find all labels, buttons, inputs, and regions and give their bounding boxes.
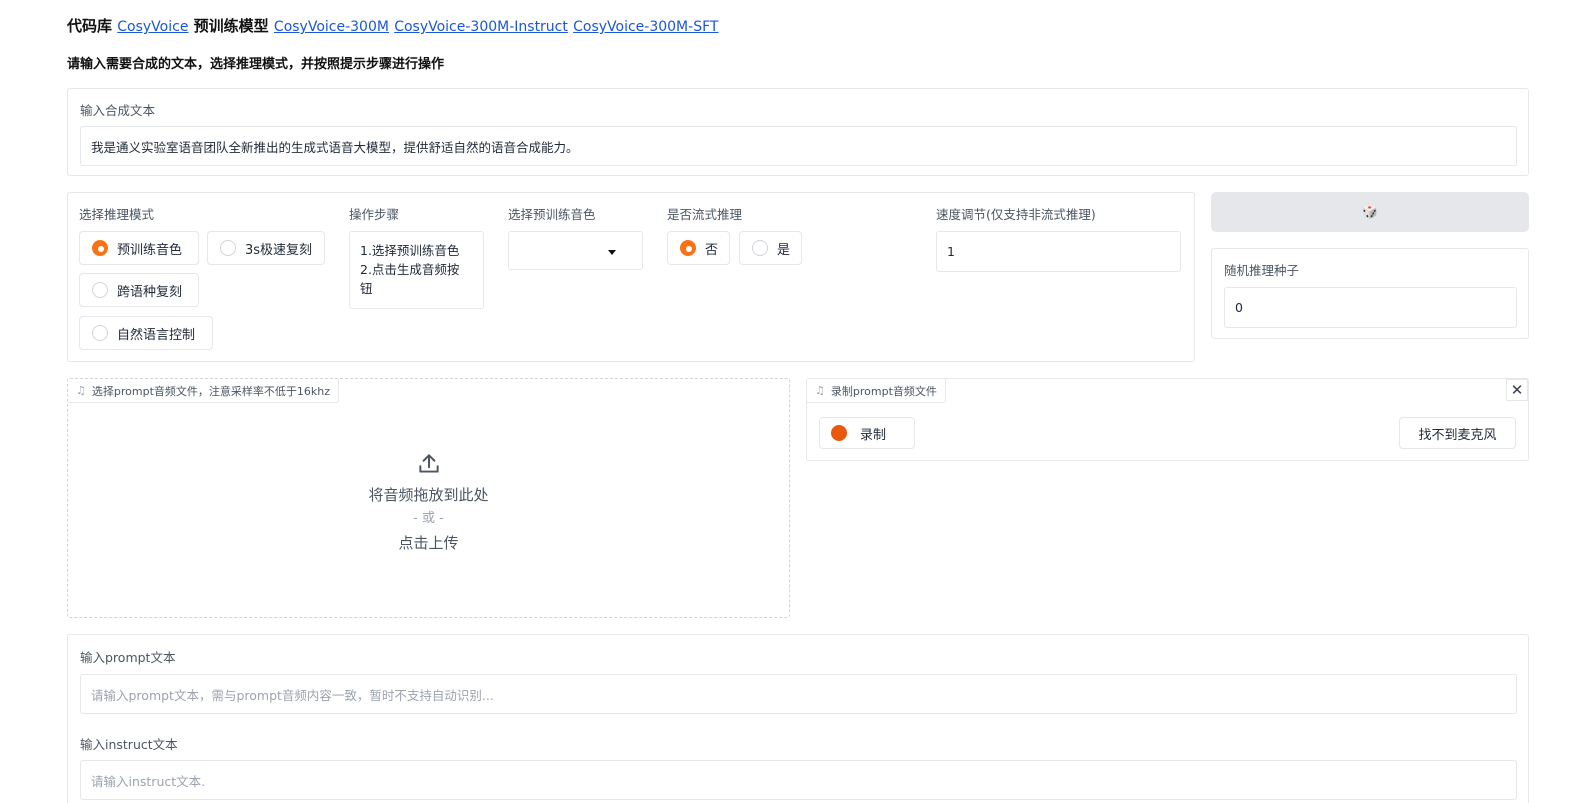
model-link-300m-sft[interactable]: CosyVoice-300M-SFT xyxy=(573,19,718,35)
radio-unselected-icon xyxy=(92,282,108,298)
mode-option-label: 跨语种复刻 xyxy=(117,284,183,300)
radio-unselected-icon xyxy=(752,240,768,256)
stream-option-yes[interactable]: 是 xyxy=(739,231,802,265)
music-note-icon: ♫ xyxy=(815,384,825,397)
step-line: 2.点击生成音频按 xyxy=(360,262,460,277)
mode-option-label: 自然语言控制 xyxy=(117,327,196,343)
tts-text-input[interactable]: 我是通义实验室语音团队全新推出的生成式语音大模型，提供舒适自然的语音合成能力。 xyxy=(80,126,1517,166)
prompt-audio-upload[interactable]: ♫ 选择prompt音频文件，注意采样率不低于16khz 将音频拖放到此处 - … xyxy=(67,378,790,618)
mode-option-3s-clone[interactable]: 3s极速复刻 xyxy=(207,231,325,265)
speaker-dropdown[interactable] xyxy=(508,231,643,270)
mode-option-instruct[interactable]: 自然语言控制 xyxy=(79,316,213,350)
model-link-300m-instruct[interactable]: CosyVoice-300M-Instruct xyxy=(394,19,568,35)
prompt-text-panel: 输入prompt文本 请输入prompt文本，需与prompt音频内容一致，暂时… xyxy=(67,634,1529,803)
prompt-record-tab: ♫ 录制prompt音频文件 xyxy=(807,379,946,403)
speed-input[interactable]: 1 xyxy=(936,231,1181,272)
steps-textbox: 1.选择预训练音色 2.点击生成音频按 钮 xyxy=(349,231,484,309)
prompt-record-label: 录制prompt音频文件 xyxy=(830,384,937,398)
mode-option-label: 3s极速复刻 xyxy=(245,242,313,258)
prompt-text-input[interactable]: 请输入prompt文本，需与prompt音频内容一致，暂时不支持自动识别... xyxy=(80,674,1517,714)
radio-unselected-icon xyxy=(92,325,108,341)
tts-text-label: 输入合成文本 xyxy=(80,103,156,118)
upload-dropzone[interactable]: 将音频拖放到此处 - 或 - 点击上传 xyxy=(68,451,789,555)
close-icon[interactable]: ✕ xyxy=(1506,379,1528,401)
mode-label: 选择推理模式 xyxy=(79,207,155,222)
prompt-text-label: 输入prompt文本 xyxy=(80,650,176,665)
record-dot-icon xyxy=(831,425,847,441)
step-line: 1.选择预训练音色 xyxy=(360,243,460,258)
music-note-icon: ♫ xyxy=(76,384,86,397)
seed-label: 随机推理种子 xyxy=(1224,263,1300,278)
radio-selected-icon xyxy=(680,240,696,256)
page-header: 代码库 CosyVoice 预训练模型 CosyVoice-300M CosyV… xyxy=(67,15,718,36)
code-label: 代码库 xyxy=(67,17,113,35)
speaker-label: 选择预训练音色 xyxy=(508,207,596,222)
record-label: 录制 xyxy=(860,427,887,443)
dice-icon: 🎲 xyxy=(1361,204,1379,220)
instructions-text: 请输入需要合成的文本，选择推理模式，并按照提示步骤进行操作 xyxy=(67,57,445,72)
cosyvoice-repo-link[interactable]: CosyVoice xyxy=(117,19,188,35)
stream-option-label: 否 xyxy=(705,242,719,258)
prompt-upload-tab: ♫ 选择prompt音频文件，注意采样率不低于16khz xyxy=(68,379,339,403)
mode-option-cross-lingual[interactable]: 跨语种复刻 xyxy=(79,273,199,307)
models-label: 预训练模型 xyxy=(193,17,269,35)
prompt-upload-label: 选择prompt音频文件，注意采样率不低于16khz xyxy=(91,384,330,398)
speed-label: 速度调节(仅支持非流式推理) xyxy=(936,207,1096,222)
instruct-text-input[interactable]: 请输入instruct文本. xyxy=(80,760,1517,800)
chevron-down-icon xyxy=(608,250,616,255)
radio-selected-icon xyxy=(92,240,108,256)
record-button[interactable]: 录制 xyxy=(819,417,915,449)
mode-option-label: 预训练音色 xyxy=(117,242,183,258)
stream-option-label: 是 xyxy=(777,242,791,258)
random-seed-button[interactable]: 🎲 xyxy=(1211,192,1529,232)
step-line: 钮 xyxy=(360,281,373,296)
or-text: - 或 - xyxy=(413,511,444,526)
steps-label: 操作步骤 xyxy=(349,207,400,222)
tts-text-panel: 输入合成文本 我是通义实验室语音团队全新推出的生成式语音大模型，提供舒适自然的语… xyxy=(67,88,1529,176)
prompt-audio-record: ♫ 录制prompt音频文件 ✕ 录制 找不到麦克风 xyxy=(806,378,1529,461)
seed-panel: 随机推理种子 0 xyxy=(1211,248,1529,339)
drop-text: 将音频拖放到此处 xyxy=(368,486,489,504)
stream-label: 是否流式推理 xyxy=(667,207,743,222)
microphone-select-button[interactable]: 找不到麦克风 xyxy=(1399,417,1516,449)
mode-option-pretrained[interactable]: 预训练音色 xyxy=(79,231,199,265)
click-upload-text: 点击上传 xyxy=(398,534,459,552)
model-link-300m[interactable]: CosyVoice-300M xyxy=(274,19,389,35)
stream-option-no[interactable]: 否 xyxy=(667,231,730,265)
instruct-text-label: 输入instruct文本 xyxy=(80,737,178,752)
upload-icon xyxy=(418,454,439,473)
seed-input[interactable]: 0 xyxy=(1224,287,1517,328)
radio-unselected-icon xyxy=(220,240,236,256)
